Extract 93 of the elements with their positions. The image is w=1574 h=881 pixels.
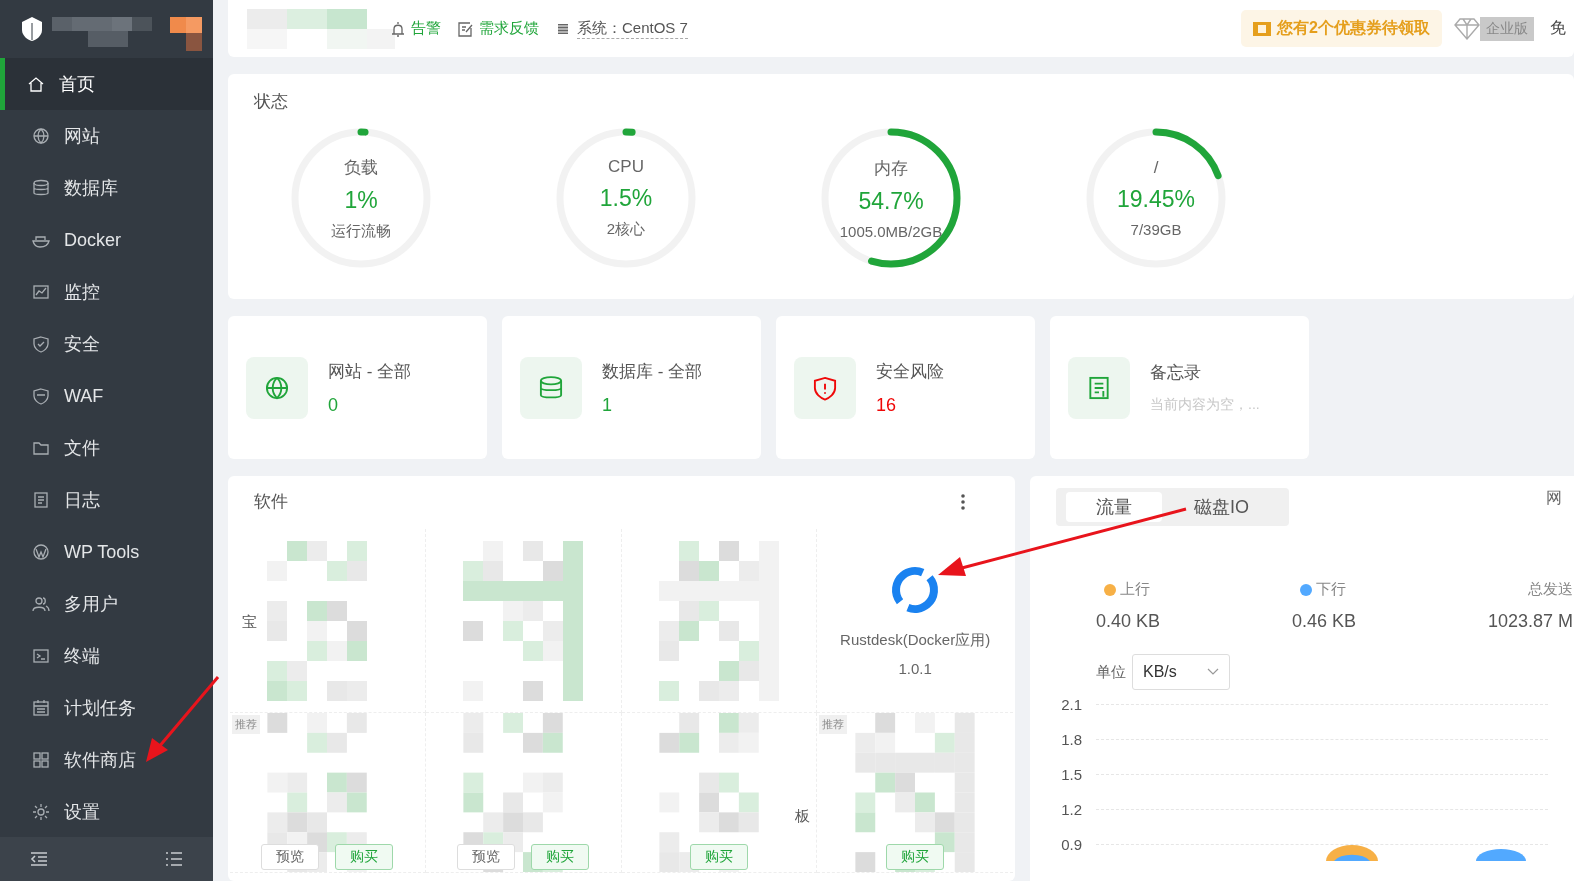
shield-icon bbox=[794, 356, 856, 419]
sidebar-item[interactable]: WP Tools bbox=[0, 526, 213, 578]
preview-button[interactable]: 预览 bbox=[457, 844, 516, 870]
card-title: 状态 bbox=[254, 91, 289, 113]
stat-value: 0.46 KB bbox=[1292, 611, 1358, 632]
chevron-down-icon bbox=[1206, 668, 1219, 676]
globe-icon bbox=[32, 127, 50, 145]
gauge-detail: 2核心 bbox=[606, 220, 646, 239]
wordpress-icon bbox=[32, 543, 50, 561]
unit-label: 单位 bbox=[1096, 662, 1126, 682]
app-name[interactable]: Rustdesk(Docker应用) bbox=[840, 630, 991, 650]
overview-card[interactable]: 数据库 - 全部 1 bbox=[502, 316, 761, 459]
card-title: 软件 bbox=[254, 491, 288, 513]
stat-label: 上行 bbox=[1120, 580, 1150, 599]
gauge-detail: 1005.0MB/2GB bbox=[839, 222, 943, 240]
axis-tick: 1.5 bbox=[1060, 766, 1082, 783]
system-info[interactable]: 系统：CentOS 7 bbox=[555, 18, 688, 39]
app-name: 宝 bbox=[242, 613, 257, 632]
sidebar-item[interactable]: WAF bbox=[0, 370, 213, 422]
stat-label: 总发送 bbox=[1528, 580, 1574, 599]
home-icon bbox=[27, 75, 45, 93]
monitor-icon bbox=[32, 283, 50, 301]
bell-icon bbox=[391, 20, 405, 37]
gauge-label: / bbox=[1153, 158, 1159, 178]
database-icon bbox=[520, 356, 582, 419]
menu-icon[interactable] bbox=[165, 851, 183, 867]
coupon-icon bbox=[1253, 20, 1272, 37]
sidebar-item[interactable]: 终端 bbox=[0, 630, 213, 682]
sidebar-item[interactable]: 文件 bbox=[0, 422, 213, 474]
sidebar-item[interactable]: 首页 bbox=[0, 58, 213, 110]
recommend-tag: 推荐 bbox=[232, 715, 260, 734]
axis-tick: 1.2 bbox=[1060, 801, 1082, 818]
card-value: 16 bbox=[876, 394, 898, 416]
gauge-label: 负载 bbox=[344, 156, 378, 179]
database-icon bbox=[32, 179, 50, 197]
globe-icon bbox=[246, 356, 308, 419]
sidebar-item[interactable]: 监控 bbox=[0, 266, 213, 318]
unit-select[interactable]: KB/s bbox=[1132, 654, 1230, 690]
stat-value: 1023.87 M bbox=[1488, 611, 1574, 632]
users-icon bbox=[32, 595, 50, 613]
grid-icon bbox=[32, 751, 50, 769]
gauge-detail: 7/39GB bbox=[1130, 221, 1182, 238]
card-value: 0 bbox=[328, 394, 339, 416]
network-label: 网 bbox=[1546, 488, 1562, 508]
tab[interactable]: 流量 bbox=[1066, 492, 1162, 522]
stat-label: 下行 bbox=[1316, 580, 1346, 599]
sidebar-item[interactable]: 设置 bbox=[0, 786, 213, 837]
calendar-icon bbox=[32, 699, 50, 717]
card-label: 安全风险 bbox=[876, 360, 944, 383]
sidebar-item[interactable]: 安全 bbox=[0, 318, 213, 370]
sidebar-item[interactable]: 软件商店 bbox=[0, 734, 213, 786]
axis-tick: 2.1 bbox=[1060, 696, 1082, 713]
preview-button[interactable]: 预览 bbox=[261, 844, 320, 870]
card-value: 1 bbox=[602, 394, 613, 416]
sidebar-item[interactable]: 网站 bbox=[0, 110, 213, 162]
gauge-label: 内存 bbox=[874, 157, 908, 180]
note-icon bbox=[1068, 356, 1130, 419]
overview-card[interactable]: 安全风险 16 bbox=[776, 316, 1035, 459]
terminal-icon bbox=[32, 647, 50, 665]
waf-icon bbox=[32, 387, 50, 405]
ring-logo-icon bbox=[890, 564, 941, 615]
stat-value: 0.40 KB bbox=[1096, 611, 1162, 632]
app-name: 板 bbox=[795, 807, 811, 826]
gauge-value: 19.45% bbox=[1117, 186, 1195, 213]
app-version: 1.0.1 bbox=[898, 659, 932, 677]
gauge-value: 1% bbox=[344, 186, 378, 214]
card-label: 数据库 - 全部 bbox=[602, 360, 703, 383]
log-icon bbox=[32, 491, 50, 509]
sidebar-item[interactable]: 日志 bbox=[0, 474, 213, 526]
gauge-label: CPU bbox=[608, 157, 644, 177]
overview-card[interactable]: 网站 - 全部 0 bbox=[228, 316, 487, 459]
axis-tick: 0.9 bbox=[1060, 836, 1082, 853]
gauge-value: 1.5% bbox=[599, 185, 653, 212]
card-label: 网站 - 全部 bbox=[328, 360, 412, 383]
collapse-icon[interactable] bbox=[30, 851, 48, 867]
folder-icon bbox=[32, 439, 50, 457]
sidebar-item[interactable]: Docker bbox=[0, 214, 213, 266]
recommend-tag: 推荐 bbox=[819, 715, 848, 734]
tab[interactable]: 磁盘IO bbox=[1164, 492, 1279, 522]
diamond-icon bbox=[1454, 17, 1480, 40]
edit-icon bbox=[457, 20, 473, 37]
free-edition-link[interactable]: 免 bbox=[1550, 18, 1566, 39]
gauge-value: 54.7% bbox=[858, 187, 924, 215]
sidebar-item[interactable]: 计划任务 bbox=[0, 682, 213, 734]
shield-icon bbox=[32, 335, 50, 353]
gauge-detail: 运行流畅 bbox=[331, 221, 391, 241]
shield-logo-icon bbox=[20, 16, 44, 42]
gear-icon bbox=[32, 803, 50, 821]
more-icon[interactable] bbox=[961, 493, 965, 510]
axis-tick: 1.8 bbox=[1060, 731, 1082, 748]
sidebar-item[interactable]: 数据库 bbox=[0, 162, 213, 214]
card-label: 备忘录 bbox=[1150, 362, 1202, 384]
sidebar-item[interactable]: 多用户 bbox=[0, 578, 213, 630]
